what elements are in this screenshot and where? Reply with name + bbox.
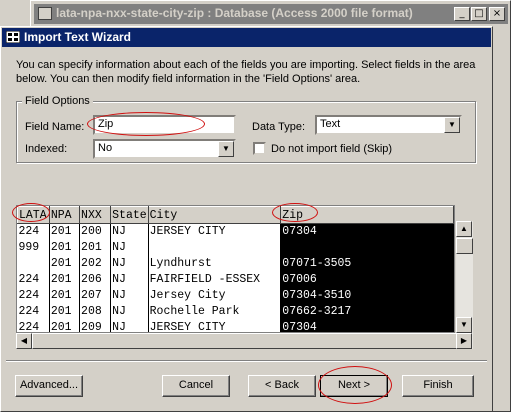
skip-field-label: Do not import field (Skip)	[271, 143, 393, 155]
table-row: 999 201 201 NJ	[17, 240, 454, 256]
scroll-left-icon[interactable]: ◀	[16, 333, 32, 349]
advanced-button[interactable]: Advanced...	[15, 375, 83, 397]
data-type-label: Data Type:	[252, 121, 305, 133]
field-name-label: Field Name:	[25, 121, 85, 133]
dialog-title: Import Text Wizard	[2, 28, 491, 47]
cell-npa[interactable]: 201	[49, 320, 81, 332]
indexed-label: Indexed:	[25, 143, 68, 155]
close-icon[interactable]: ×	[489, 7, 505, 21]
table-row: 224 201 208 NJ Rochelle Park 07662-3217	[17, 304, 454, 320]
cell-zip[interactable]: 07304-3510	[280, 288, 454, 304]
cell-nxx[interactable]: 207	[79, 288, 112, 304]
cancel-button[interactable]: Cancel	[162, 375, 230, 397]
cell-city[interactable]	[148, 240, 282, 256]
vertical-scrollbar[interactable]: ▲ ▼	[456, 221, 473, 333]
data-type-select[interactable]: Text ▼	[315, 115, 462, 135]
cell-state[interactable]: NJ	[110, 223, 149, 240]
column-header-nxx[interactable]: NXX	[79, 206, 112, 224]
cell-nxx[interactable]: 208	[79, 304, 112, 320]
cell-zip[interactable]: 07006	[280, 272, 454, 288]
field-preview-grid[interactable]: LATA NPA NXX State City Zip 224 201 200 …	[16, 205, 455, 333]
grid-header-row: LATA NPA NXX State City Zip	[17, 206, 454, 224]
cell-state[interactable]: NJ	[110, 240, 149, 256]
cell-zip[interactable]	[280, 240, 454, 256]
indexed-select[interactable]: No ▼	[93, 139, 236, 159]
data-type-value: Text	[320, 118, 341, 130]
cell-city[interactable]: JERSEY CITY	[148, 223, 282, 240]
column-header-npa[interactable]: NPA	[48, 206, 81, 224]
table-row: 224 201 209 NJ JERSEY CITY 07304	[17, 320, 454, 332]
cell-lata[interactable]: 224	[17, 223, 50, 240]
scroll-corner	[456, 205, 473, 221]
scroll-down-icon[interactable]: ▼	[456, 317, 472, 333]
cell-zip[interactable]: 07304	[280, 223, 454, 240]
minimize-icon[interactable]: _	[454, 7, 470, 21]
finish-button[interactable]: Finish	[402, 375, 474, 397]
cell-city[interactable]: Rochelle Park	[148, 304, 282, 320]
indexed-value: No	[98, 142, 113, 154]
column-header-lata[interactable]: LATA	[17, 206, 50, 224]
cell-npa[interactable]: 201	[49, 288, 81, 304]
cell-state[interactable]: NJ	[110, 272, 149, 288]
scroll-right-icon[interactable]: ▶	[456, 333, 472, 349]
cell-npa[interactable]: 201	[49, 272, 81, 288]
cell-city[interactable]: Jersey City	[148, 288, 282, 304]
table-row: 224 201 200 NJ JERSEY CITY 07304	[17, 223, 454, 240]
wizard-icon	[6, 31, 20, 43]
cell-lata[interactable]	[17, 256, 50, 272]
background-window-title: lata-npa-nxx-state-city-zip : Database (…	[34, 4, 508, 24]
table-row: 224 201 207 NJ Jersey City 07304-3510	[17, 288, 454, 304]
cell-lata[interactable]: 224	[17, 320, 50, 332]
cell-state[interactable]: NJ	[110, 304, 149, 320]
maximize-icon[interactable]: □	[471, 7, 487, 21]
cell-state[interactable]: NJ	[110, 320, 149, 332]
cell-lata[interactable]: 999	[17, 240, 50, 256]
cell-city[interactable]: FAIRFIELD -ESSEX	[148, 272, 282, 288]
horizontal-scroll-thumb[interactable]	[32, 333, 457, 349]
table-row: 224 201 206 NJ FAIRFIELD -ESSEX 07006	[17, 272, 454, 288]
cell-nxx[interactable]: 209	[79, 320, 112, 332]
vertical-scroll-thumb[interactable]	[456, 238, 473, 254]
cell-nxx[interactable]: 201	[79, 240, 112, 256]
cell-npa[interactable]: 201	[49, 304, 81, 320]
column-header-state[interactable]: State	[110, 206, 149, 224]
back-button[interactable]: < Back	[248, 375, 316, 397]
horizontal-scrollbar[interactable]: ◀ ▶	[16, 333, 473, 349]
chevron-down-icon[interactable]: ▼	[218, 141, 234, 157]
cell-lata[interactable]: 224	[17, 272, 50, 288]
cell-npa[interactable]: 201	[49, 223, 81, 240]
cell-npa[interactable]: 201	[49, 256, 81, 272]
cell-city[interactable]: JERSEY CITY	[148, 320, 282, 332]
intro-text: You can specify information about each o…	[16, 59, 476, 85]
cell-city[interactable]: Lyndhurst	[148, 256, 282, 272]
cell-nxx[interactable]: 202	[79, 256, 112, 272]
skip-field-checkbox[interactable]	[253, 142, 266, 155]
column-header-city[interactable]: City	[147, 206, 282, 224]
column-header-zip[interactable]: Zip	[280, 206, 454, 224]
next-button[interactable]: Next >	[320, 375, 388, 397]
cell-nxx[interactable]: 206	[79, 272, 112, 288]
database-icon	[38, 7, 52, 20]
cell-state[interactable]: NJ	[110, 288, 149, 304]
scroll-up-icon[interactable]: ▲	[456, 221, 472, 237]
cell-lata[interactable]: 224	[17, 304, 50, 320]
cell-lata[interactable]: 224	[17, 288, 50, 304]
field-name-input[interactable]: Zip	[93, 115, 236, 135]
cell-state[interactable]: NJ	[110, 256, 149, 272]
separator	[6, 360, 487, 362]
cell-zip[interactable]: 07304	[280, 320, 454, 332]
field-options-label: Field Options	[22, 95, 93, 107]
cell-zip[interactable]: 07071-3505	[280, 256, 454, 272]
cell-npa[interactable]: 201	[49, 240, 81, 256]
cell-zip[interactable]: 07662-3217	[280, 304, 454, 320]
chevron-down-icon[interactable]: ▼	[444, 117, 460, 133]
table-row: 201 202 NJ Lyndhurst 07071-3505	[17, 256, 454, 272]
cell-nxx[interactable]: 200	[79, 223, 112, 240]
